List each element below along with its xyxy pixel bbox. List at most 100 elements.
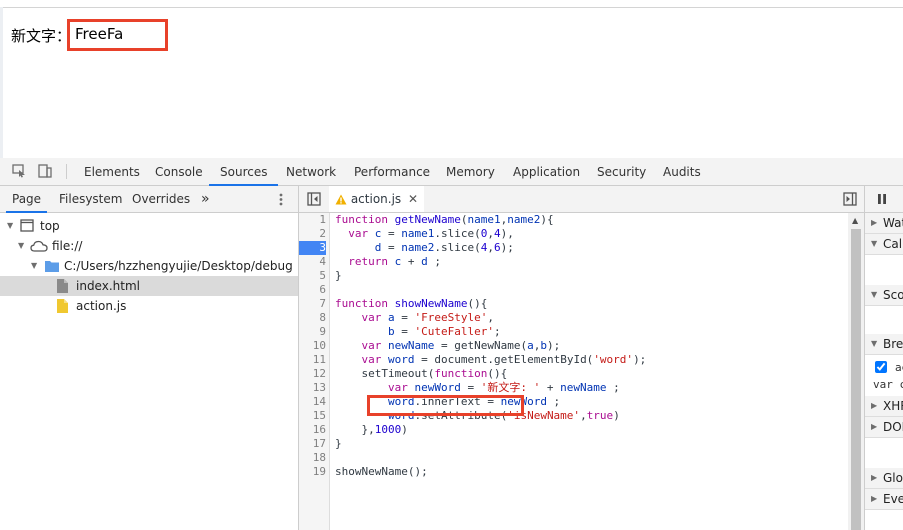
cloud-icon	[30, 240, 48, 252]
line-number[interactable]: 8	[299, 311, 326, 325]
line-number[interactable]: 17	[299, 437, 326, 451]
editor-tabbar: action.js ✕	[299, 186, 864, 213]
collapse-arrow-icon: ▶	[871, 494, 878, 503]
tree-item-label: action.js	[76, 299, 127, 313]
line-number-gutter[interactable]: 1 2 3 4 5 6 7 8 9 10 11 12 13 14 15 16 17 18 19	[299, 213, 330, 530]
tree-item-index-html[interactable]: index.html	[0, 276, 298, 296]
more-tabs-icon[interactable]: »	[201, 186, 210, 212]
line-number[interactable]: 11	[299, 353, 326, 367]
tab-security[interactable]: Security	[597, 158, 646, 185]
expand-arrow-icon[interactable]: ▼	[18, 236, 24, 256]
line-number[interactable]: 12	[299, 367, 326, 381]
tab-memory[interactable]: Memory	[446, 158, 495, 185]
line-number[interactable]: 14	[299, 395, 326, 409]
breakpoint-entry[interactable]: action.js:3	[865, 361, 903, 377]
tree-item-action-js[interactable]: action.js	[0, 296, 298, 316]
highlight-box-output	[67, 19, 168, 51]
tree-item-label: C:/Users/hzzhengyujie/Desktop/debug	[64, 259, 293, 273]
collapse-arrow-icon: ▶	[871, 218, 878, 227]
devtools-tabbar: Elements Console Sources Network Perform…	[0, 158, 903, 186]
code-line: setTimeout(function(){	[335, 367, 508, 380]
line-number[interactable]: 16	[299, 423, 326, 437]
inspected-page: 新文字： FreeFa	[0, 0, 903, 158]
section-breakpoints[interactable]: ▼Breakpoints	[865, 334, 903, 355]
tree-item-label: index.html	[76, 279, 140, 293]
breakpoint-code: var c = name1.slice(0,4),	[873, 378, 903, 391]
section-xhr-breakpoints[interactable]: ▶XHR/fetch Breakpoints	[865, 396, 903, 417]
tab-sources[interactable]: Sources	[209, 158, 279, 186]
line-number[interactable]: 19	[299, 465, 326, 479]
pause-icon[interactable]	[878, 194, 886, 204]
code-area[interactable]: function getNewName(name1,name2){ var c …	[335, 213, 845, 530]
tree-item-top[interactable]: ▼ top	[0, 216, 298, 236]
debugger-toolbar	[865, 186, 903, 213]
line-number[interactable]: 7	[299, 297, 326, 311]
tree-item-folder-debug[interactable]: ▼ C:/Users/hzzhengyujie/Desktop/debug	[0, 256, 298, 276]
line-number[interactable]: 6	[299, 283, 326, 297]
tab-elements[interactable]: Elements	[84, 158, 140, 185]
navigator-menu-icon[interactable]	[279, 193, 283, 206]
tree-item-label: top	[40, 219, 60, 233]
collapse-arrow-icon: ▶	[871, 422, 878, 431]
tab-console[interactable]: Console	[155, 158, 203, 185]
collapse-arrow-icon: ▶	[871, 473, 878, 482]
expand-arrow-icon: ▼	[871, 239, 878, 248]
section-global-listeners[interactable]: ▶Global Listeners	[865, 468, 903, 489]
tab-performance[interactable]: Performance	[354, 158, 430, 185]
page-top-border	[0, 0, 903, 8]
code-line: var c = name1.slice(0,4),	[348, 227, 514, 240]
section-dom-breakpoints[interactable]: ▶DOM Breakpoints	[865, 417, 903, 438]
line-number[interactable]: 5	[299, 269, 326, 283]
section-call-stack[interactable]: ▼Call Stack	[865, 234, 903, 255]
folder-icon	[45, 261, 59, 272]
breakpoint-location: action.js:3	[895, 361, 903, 374]
expand-arrow-icon[interactable]: ▼	[7, 216, 13, 236]
code-line: }	[335, 269, 342, 282]
editor-file-tab-label: action.js	[350, 192, 402, 206]
line-number[interactable]: 9	[299, 325, 326, 339]
code-editor: action.js ✕ 1 2 3 4 5 6 7 8 9 10 11 12 13 14 15 16 17 18 1…	[299, 186, 864, 530]
sources-navigator: Page Filesystem Overrides » ▼ top ▼ file…	[0, 186, 299, 530]
code-line: function getNewName(name1,name2){	[335, 213, 554, 226]
html-file-icon	[57, 279, 68, 293]
breakpoint-checkbox[interactable]	[875, 361, 887, 373]
line-number[interactable]: 1	[299, 213, 326, 227]
scroll-up-arrow-icon[interactable]: ▲	[852, 216, 858, 225]
toggle-debugger-icon[interactable]	[843, 192, 857, 206]
js-file-icon	[57, 299, 68, 313]
navigator-tab-page[interactable]: Page	[6, 186, 48, 213]
line-number[interactable]: 18	[299, 451, 326, 465]
line-number[interactable]: 13	[299, 381, 326, 395]
editor-file-tab[interactable]: action.js ✕	[329, 186, 425, 212]
line-number[interactable]: 15	[299, 409, 326, 423]
tree-item-file-origin[interactable]: ▼ file://	[0, 236, 298, 256]
line-number[interactable]: 2	[299, 227, 326, 241]
navigator-tab-filesystem[interactable]: Filesystem	[59, 186, 122, 212]
editor-scrollbar[interactable]: ▲	[848, 213, 864, 530]
section-watch[interactable]: ▶Watch	[865, 213, 903, 234]
close-tab-icon[interactable]: ✕	[408, 192, 418, 206]
code-line: b = 'CuteFaller';	[387, 325, 501, 338]
tab-audits[interactable]: Audits	[663, 158, 701, 185]
breakpoint-line-number[interactable]: 3	[299, 241, 326, 255]
toggle-navigator-icon[interactable]	[307, 192, 321, 206]
tab-application[interactable]: Application	[513, 158, 580, 185]
line-number[interactable]: 10	[299, 339, 326, 353]
tab-network[interactable]: Network	[286, 158, 336, 185]
word-element: 新文字： FreeFa	[11, 25, 123, 46]
line-number[interactable]: 4	[299, 255, 326, 269]
page-left-edge	[0, 7, 3, 158]
devtools-panel: Elements Console Sources Network Perform…	[0, 158, 903, 530]
scrollbar-thumb[interactable]	[851, 229, 861, 530]
code-line: }	[335, 437, 342, 450]
tree-item-label: file://	[52, 239, 83, 253]
navigator-tab-overrides[interactable]: Overrides	[132, 186, 190, 212]
expand-arrow-icon: ▼	[871, 290, 878, 299]
highlight-box-line3	[367, 395, 524, 416]
expand-arrow-icon[interactable]: ▼	[31, 256, 37, 276]
section-event-listener-breakpoints[interactable]: ▶Event Listener Breakpoints	[865, 489, 903, 510]
toolbar-divider	[66, 164, 67, 179]
section-scope[interactable]: ▼Scope	[865, 285, 903, 306]
inspect-element-icon[interactable]	[12, 164, 26, 178]
device-toolbar-icon[interactable]	[38, 164, 52, 178]
